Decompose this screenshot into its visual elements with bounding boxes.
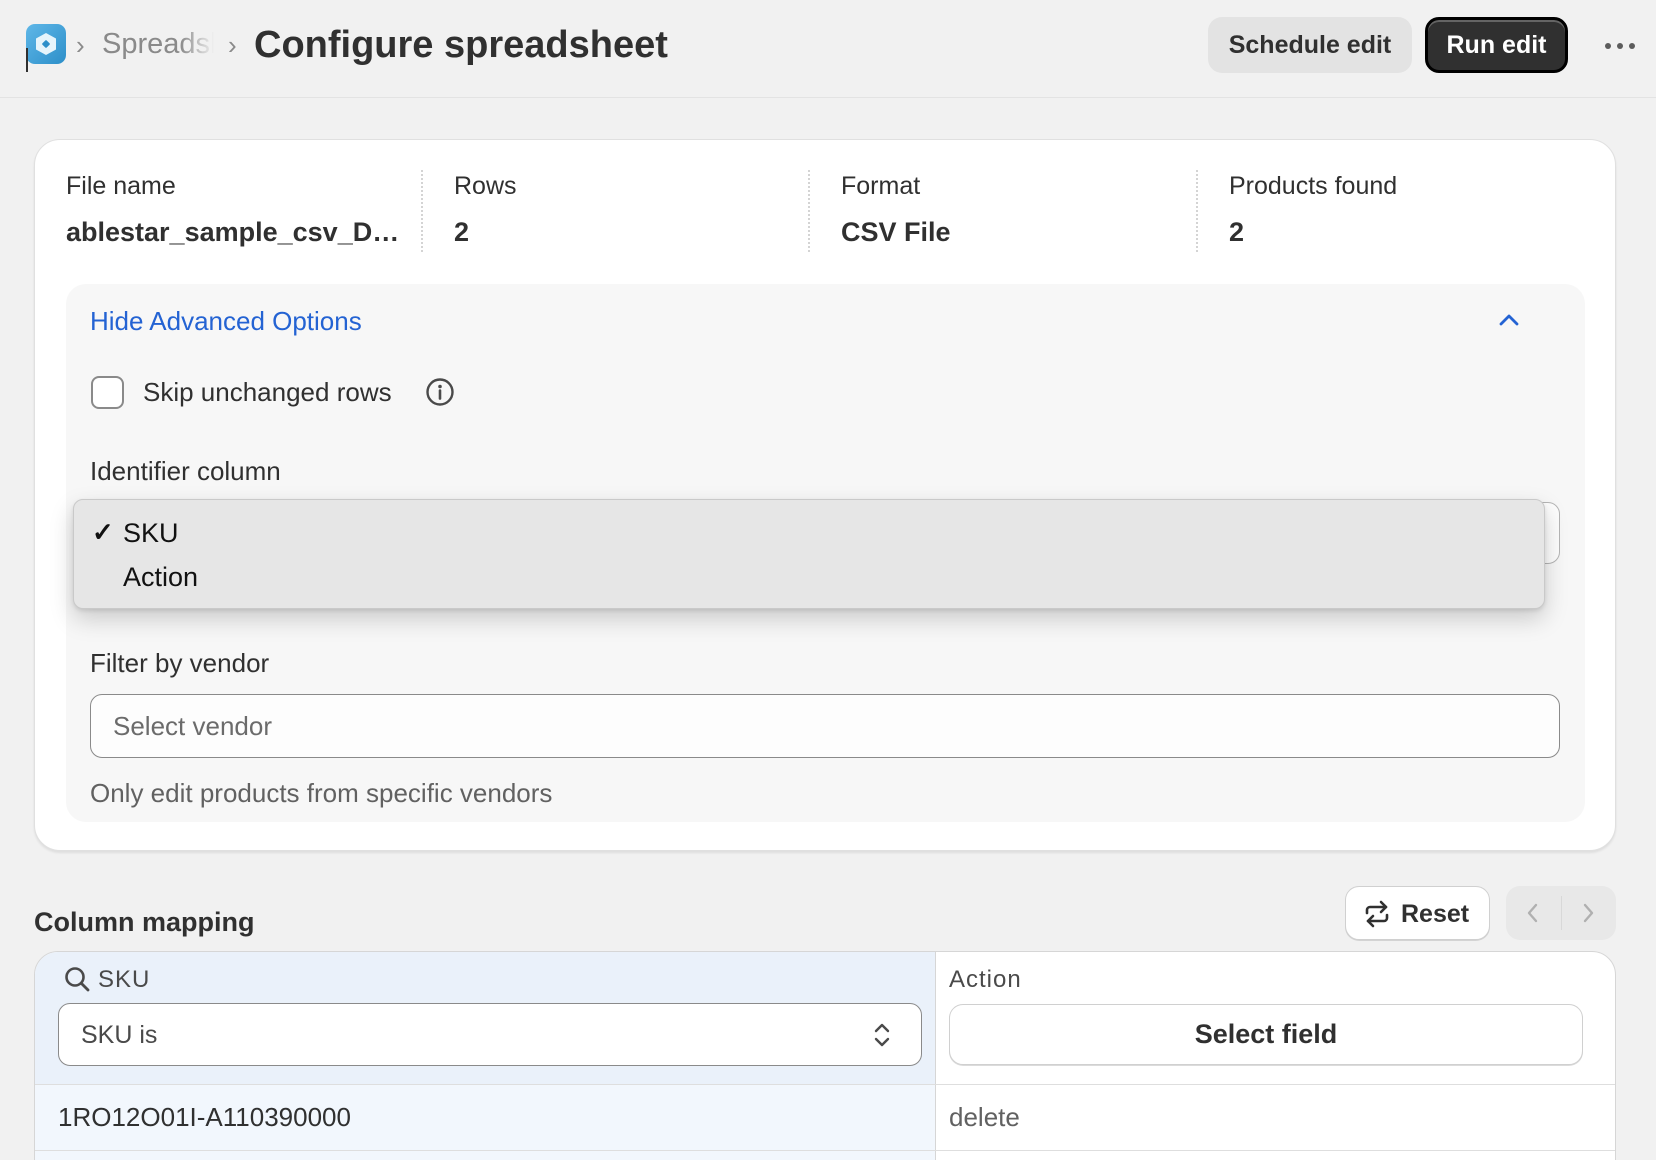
- stat-divider: [1196, 170, 1198, 252]
- stat-format: Format CSV File: [841, 172, 1181, 252]
- sku-mapping-value: SKU is: [81, 1021, 158, 1049]
- spreadsheet-summary-card: File name ablestar_sample_csv_DA... Rows…: [34, 139, 1616, 851]
- column-mapping-title: Column mapping: [34, 907, 255, 937]
- sku-mapping-select[interactable]: SKU is: [58, 1003, 922, 1066]
- column-header-action: Action: [949, 966, 1022, 993]
- breadcrumb-chevron-icon: ›: [228, 30, 237, 60]
- chevron-up-icon[interactable]: [1496, 310, 1522, 330]
- stat-value: 2: [1229, 217, 1245, 247]
- stat-file-name: File name ablestar_sample_csv_DA...: [66, 172, 411, 252]
- vendor-help-text: Only edit products from specific vendors: [90, 778, 553, 808]
- checkmark-icon: ✓: [92, 517, 114, 547]
- column-mapping-table: SKU SKU is Action Select field 1RO12O01I…: [34, 951, 1616, 1160]
- breadcrumb-chevron-icon: ›: [76, 30, 85, 60]
- run-edit-button[interactable]: Run edit: [1425, 17, 1568, 73]
- page-title: Configure spreadsheet: [254, 24, 668, 66]
- filter-vendor-label: Filter by vendor: [90, 648, 270, 678]
- column-divider: [935, 952, 936, 1160]
- row-divider: [35, 1150, 1615, 1151]
- next-page-button[interactable]: [1561, 886, 1616, 940]
- column-pager: [1506, 886, 1616, 940]
- app-logo-icon[interactable]: [26, 24, 66, 64]
- stat-value: 2: [454, 217, 470, 247]
- dropdown-option-action[interactable]: Action: [74, 557, 1544, 597]
- stat-label: File name: [66, 172, 176, 200]
- search-icon: [65, 967, 90, 992]
- stat-label: Rows: [454, 172, 517, 200]
- swap-arrows-icon: [1365, 900, 1389, 928]
- identifier-dropdown-menu: ✓ SKU Action: [73, 499, 1545, 609]
- skip-unchanged-checkbox[interactable]: [91, 376, 124, 409]
- reset-button[interactable]: Reset: [1345, 886, 1490, 940]
- stat-label: Products found: [1229, 172, 1398, 200]
- stat-value: ablestar_sample_csv_DA...: [66, 217, 411, 247]
- chevron-left-icon: [1527, 903, 1538, 923]
- top-bar: › Spreadsheets › Configure spreadsheet S…: [0, 0, 1656, 98]
- select-updown-icon: [874, 1023, 890, 1047]
- identifier-column-label: Identifier column: [90, 456, 281, 486]
- schedule-edit-button[interactable]: Schedule edit: [1208, 17, 1412, 73]
- stat-products-found: Products found 2: [1229, 172, 1569, 252]
- dropdown-option-label: SKU: [123, 518, 179, 548]
- more-horizontal-icon[interactable]: [1600, 26, 1640, 66]
- vendor-select-input[interactable]: [90, 694, 1560, 758]
- app-logo-edge: [26, 48, 28, 72]
- stat-value: CSV File: [841, 217, 951, 247]
- reset-label: Reset: [1401, 900, 1470, 928]
- select-field-button[interactable]: Select field: [949, 1004, 1583, 1065]
- stat-divider: [421, 170, 423, 252]
- chevron-right-icon: [1583, 903, 1594, 923]
- dropdown-option-sku[interactable]: ✓ SKU: [74, 513, 1544, 553]
- stat-divider: [808, 170, 810, 252]
- skip-unchanged-label: Skip unchanged rows: [143, 377, 392, 407]
- dropdown-option-label: Action: [123, 562, 199, 592]
- table-cell-sku: 1RO12O01I-A110390000: [58, 1102, 351, 1132]
- row-divider: [35, 1084, 1615, 1085]
- table-cell-action: delete: [949, 1102, 1020, 1132]
- stat-rows: Rows 2: [454, 172, 794, 252]
- hide-advanced-options-link[interactable]: Hide Advanced Options: [90, 306, 362, 337]
- breadcrumb-parent-link[interactable]: Spreadsheets: [102, 28, 214, 68]
- info-icon[interactable]: [425, 377, 455, 407]
- stat-label: Format: [841, 172, 921, 200]
- previous-page-button[interactable]: [1506, 886, 1561, 940]
- column-header-sku: SKU: [98, 966, 151, 993]
